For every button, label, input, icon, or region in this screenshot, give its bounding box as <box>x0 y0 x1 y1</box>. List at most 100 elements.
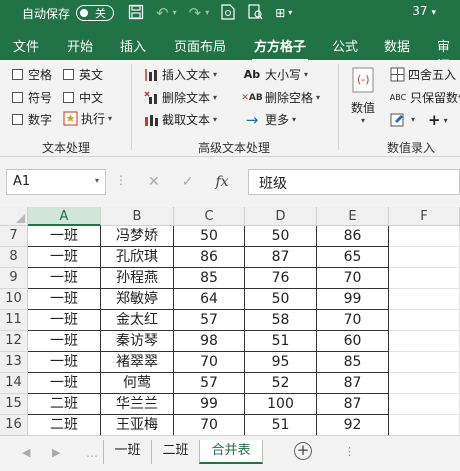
cell-score2[interactable]: 87 <box>245 247 317 268</box>
cell-extra[interactable] <box>389 268 460 289</box>
cell-class[interactable]: 一班 <box>28 289 101 310</box>
cell-score3[interactable]: 99 <box>317 289 389 310</box>
keep-values-button[interactable]: ABC 只保留数值 <box>389 89 460 106</box>
cell-name[interactable]: 秦访琴 <box>101 331 174 352</box>
formula-input[interactable]: 班级 <box>248 169 460 195</box>
checkbox-space[interactable]: 空格 <box>12 66 52 83</box>
checkbox-chinese[interactable]: 中文 <box>63 89 103 106</box>
cell-name[interactable]: 金太红 <box>101 310 174 331</box>
cell-extra[interactable] <box>389 331 460 352</box>
autosave-toggle[interactable]: 关 <box>76 5 115 21</box>
row-header[interactable]: 11 <box>0 310 28 331</box>
insert-function-icon[interactable]: fx <box>215 174 228 190</box>
cell-score2[interactable]: 76 <box>245 268 317 289</box>
select-all-corner[interactable] <box>0 207 28 226</box>
cell-score3[interactable]: 92 <box>317 415 389 435</box>
column-header-a[interactable]: A <box>28 207 101 226</box>
number-button[interactable]: (-) 数值 ▾ <box>350 66 376 125</box>
cell-score2[interactable]: 50 <box>245 226 317 247</box>
row-header[interactable]: 15 <box>0 394 28 415</box>
cell-score1[interactable]: 57 <box>174 373 245 394</box>
sheet-tab-class1[interactable]: 一班 <box>103 440 151 464</box>
column-header-b[interactable]: B <box>101 207 174 226</box>
cell-score1[interactable]: 70 <box>174 415 245 435</box>
scroll-left-icon[interactable]: ◀ <box>22 446 30 459</box>
cell-extra[interactable] <box>389 415 460 435</box>
check-icon[interactable]: ✓ <box>182 174 194 190</box>
cell-score2[interactable]: 58 <box>245 310 317 331</box>
row-header[interactable]: 13 <box>0 352 28 373</box>
cell-score3[interactable]: 70 <box>317 268 389 289</box>
row-header[interactable]: 16 <box>0 415 28 435</box>
row-header[interactable]: 8 <box>0 247 28 268</box>
cell-extra[interactable] <box>389 352 460 373</box>
cell-name[interactable]: 何莺 <box>101 373 174 394</box>
cell-score2[interactable]: 50 <box>245 289 317 310</box>
drag-handle-icon[interactable]: ⋮ <box>115 173 127 187</box>
column-header-c[interactable]: C <box>174 207 245 226</box>
cell-class[interactable]: 一班 <box>28 268 101 289</box>
checkbox-english[interactable]: 英文 <box>63 66 103 83</box>
cell-score1[interactable]: 85 <box>174 268 245 289</box>
insert-text-button[interactable]: 插入文本 ▾ <box>143 66 217 83</box>
customize-toolbar-icon[interactable]: ⊞ <box>275 5 285 21</box>
cell-name[interactable]: 王亚梅 <box>101 415 174 435</box>
cell-extra[interactable] <box>389 373 460 394</box>
cell-name[interactable]: 孙程燕 <box>101 268 174 289</box>
file-icon[interactable] <box>221 3 235 23</box>
cell-class[interactable]: 二班 <box>28 394 101 415</box>
cell-class[interactable]: 一班 <box>28 352 101 373</box>
spreadsheet-grid[interactable]: A B C D E F 7 一班 冯梦娇 50 50 86 8 一班 孔欣琪 86 87 65 9 一班 孙程燕 85 76… <box>0 207 460 435</box>
undo-icon[interactable]: ↶ <box>156 5 169 21</box>
print-preview-icon[interactable] <box>247 3 263 23</box>
customize-dropdown-icon[interactable]: ▾ <box>288 5 292 21</box>
cell-score1[interactable]: 70 <box>174 352 245 373</box>
sheet-tab-merged[interactable]: 合并表 <box>199 440 263 464</box>
row-header[interactable]: 9 <box>0 268 28 289</box>
redo-icon[interactable]: ↷ <box>189 5 202 21</box>
add-sheet-icon[interactable]: + <box>294 442 312 460</box>
execute-button[interactable]: 执行 ▾ <box>62 110 112 127</box>
cell-score3[interactable]: 60 <box>317 331 389 352</box>
cell-score1[interactable]: 64 <box>174 289 245 310</box>
checkbox-symbol[interactable]: 符号 <box>12 89 52 106</box>
cell-name[interactable]: 褚翠翠 <box>101 352 174 373</box>
row-header[interactable]: 14 <box>0 373 28 394</box>
cell-class[interactable]: 一班 <box>28 247 101 268</box>
sheet-bar-more[interactable]: ⋮ <box>344 445 355 458</box>
name-box[interactable]: A1 ▾ <box>6 169 106 195</box>
sheet-tab-class2[interactable]: 二班 <box>151 440 199 464</box>
cell-class[interactable]: 一班 <box>28 310 101 331</box>
extract-text-button[interactable]: 截取文本 ▾ <box>143 111 217 128</box>
cell-score2[interactable]: 95 <box>245 352 317 373</box>
cell-score1[interactable]: 99 <box>174 394 245 415</box>
cell-class[interactable]: 一班 <box>28 331 101 352</box>
row-header[interactable]: 10 <box>0 289 28 310</box>
cell-score3[interactable]: 87 <box>317 373 389 394</box>
cell-extra[interactable] <box>389 310 460 331</box>
cell-name[interactable]: 华兰兰 <box>101 394 174 415</box>
column-header-d[interactable]: D <box>245 207 317 226</box>
cell-extra[interactable] <box>389 289 460 310</box>
checkbox-number[interactable]: 数字 <box>12 111 52 128</box>
cell-score1[interactable]: 50 <box>174 226 245 247</box>
cell-score1[interactable]: 86 <box>174 247 245 268</box>
column-header-f[interactable]: F <box>389 207 460 226</box>
cell-class[interactable]: 二班 <box>28 415 101 435</box>
column-header-e[interactable]: E <box>317 207 389 226</box>
fill-button[interactable]: ▾ <box>389 111 415 127</box>
cell-extra[interactable] <box>389 394 460 415</box>
cell-class[interactable]: 一班 <box>28 373 101 394</box>
remove-spaces-button[interactable]: ✕ AB 删除空格 ▾ <box>241 89 320 106</box>
case-button[interactable]: Ab 大小写 ▾ <box>242 66 308 83</box>
redo-dropdown-icon[interactable]: ▾ <box>205 5 209 21</box>
undo-dropdown-icon[interactable]: ▾ <box>173 5 177 21</box>
round-button[interactable]: 四舍五入 <box>389 66 456 83</box>
add-button[interactable]: + ▾ <box>428 111 448 129</box>
cell-score2[interactable]: 51 <box>245 331 317 352</box>
cell-score3[interactable]: 87 <box>317 394 389 415</box>
cell-score3[interactable]: 85 <box>317 352 389 373</box>
cell-score2[interactable]: 52 <box>245 373 317 394</box>
cell-score2[interactable]: 51 <box>245 415 317 435</box>
cell-class[interactable]: 一班 <box>28 226 101 247</box>
